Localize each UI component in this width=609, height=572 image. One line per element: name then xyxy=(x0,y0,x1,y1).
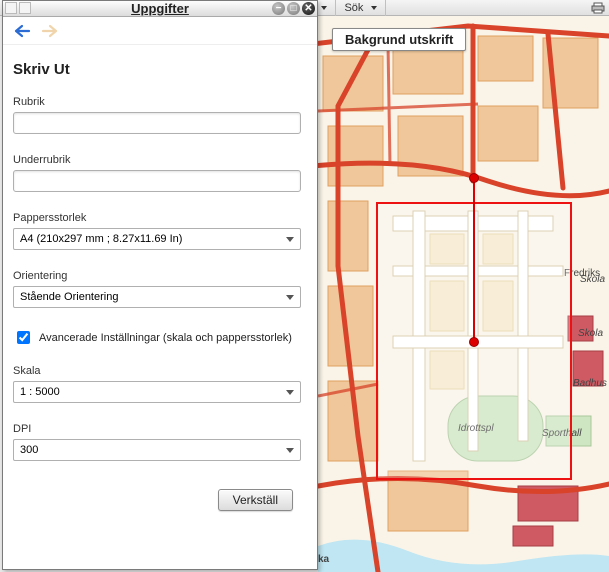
map-viewport[interactable]: Fredriks Idrottspl Sporthall Badhus Skol… xyxy=(318,16,609,572)
advanced-checkbox[interactable] xyxy=(17,331,30,344)
orientation-label: Orientering xyxy=(13,270,307,282)
scale-select[interactable]: 1 : 5000 xyxy=(13,381,301,403)
titlebar-icon-1 xyxy=(5,2,17,14)
dpi-value: 300 xyxy=(20,444,38,456)
maximize-button[interactable]: □ xyxy=(287,2,300,15)
map-label-badhus: Badhus xyxy=(573,378,607,389)
dialog-titlebar[interactable]: Uppgifter − □ ✕ xyxy=(3,1,317,17)
rubrik-label: Rubrik xyxy=(13,96,307,108)
orientation-value: Stående Orientering xyxy=(20,291,118,303)
print-icon[interactable] xyxy=(587,0,609,16)
underrubrik-label: Underrubrik xyxy=(13,154,307,166)
back-icon[interactable] xyxy=(13,24,31,38)
dialog-nav xyxy=(3,17,317,45)
rotation-handle-center[interactable] xyxy=(469,337,479,347)
minimize-button[interactable]: − xyxy=(272,2,285,15)
orientation-select[interactable]: Stående Orientering xyxy=(13,286,301,308)
map-label-skola2: Skola xyxy=(580,274,605,285)
dialog-title: Uppgifter xyxy=(131,1,189,16)
map-label-ka: ka xyxy=(318,554,330,565)
papersize-label: Pappersstorlek xyxy=(13,212,307,224)
papersize-value: A4 (210x297 mm ; 8.27x11.69 In) xyxy=(20,233,182,245)
underrubrik-input[interactable] xyxy=(13,170,301,192)
dpi-label: DPI xyxy=(13,423,307,435)
close-button[interactable]: ✕ xyxy=(302,2,315,15)
papersize-select[interactable]: A4 (210x297 mm ; 8.27x11.69 In) xyxy=(13,228,301,250)
dialog-heading: Skriv Ut xyxy=(13,61,307,78)
advanced-checkbox-label: Avancerade Inställningar (skala och papp… xyxy=(39,332,292,344)
rotation-handle-top[interactable] xyxy=(469,173,479,183)
rubrik-input[interactable] xyxy=(13,112,301,134)
advanced-checkbox-row[interactable]: Avancerade Inställningar (skala och papp… xyxy=(13,328,307,347)
map-background-tab[interactable]: Bakgrund utskrift xyxy=(332,28,466,51)
map-label-skola1: Skola xyxy=(578,328,603,339)
dpi-select[interactable]: 300 xyxy=(13,439,301,461)
apply-button[interactable]: Verkställ xyxy=(218,489,293,511)
scale-value: 1 : 5000 xyxy=(20,386,60,398)
rotation-handle-line xyxy=(473,178,475,342)
forward-icon[interactable] xyxy=(41,24,59,38)
search-menu[interactable]: Sök xyxy=(336,0,386,16)
print-dialog: Uppgifter − □ ✕ Skriv Ut Rubrik Underrub… xyxy=(2,0,318,570)
titlebar-icon-2 xyxy=(19,2,31,14)
titlebar-left-icons xyxy=(5,2,31,14)
scale-label: Skala xyxy=(13,365,307,377)
